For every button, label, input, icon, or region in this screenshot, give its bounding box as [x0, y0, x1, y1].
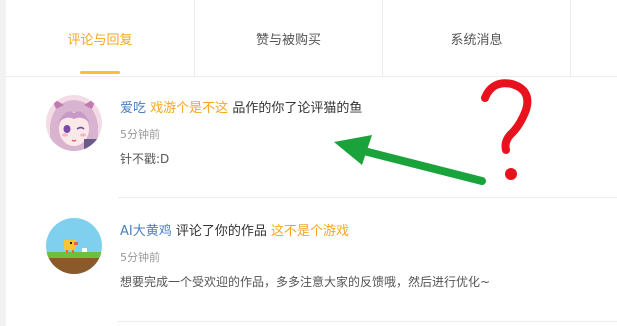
tab-likes-purchases[interactable]: 赞与被购买: [194, 0, 382, 76]
list-item: AI大黄鸡 评论了你的作品 这不是个游戏 5分钟前 想要完成一个受欢迎的作品，多…: [6, 198, 617, 318]
active-tab-indicator: [80, 71, 120, 74]
comment-content: 想要完成一个受欢迎的作品，多多注意大家的反馈哦，然后进行优化~: [120, 275, 491, 289]
action-text: 品作的你了论评猫的鱼: [232, 101, 363, 116]
notification-text: 爱吃 戏游个是不这 品作的你了论评猫的鱼: [120, 97, 362, 116]
avatar[interactable]: [46, 218, 102, 274]
user-link[interactable]: 爱吃: [120, 101, 146, 116]
game-link[interactable]: 戏游个是不这: [150, 101, 228, 116]
timestamp: 5分钟前: [120, 128, 160, 141]
tab-overflow[interactable]: [570, 0, 617, 76]
tab-system-messages[interactable]: 系统消息: [382, 0, 570, 76]
user-link[interactable]: AI大黄鸡: [120, 224, 172, 239]
tab-label: 系统消息: [450, 32, 503, 48]
list-item: 爱吃 戏游个是不这 品作的你了论评猫的鱼 5分钟前 针不戳:D: [6, 77, 617, 197]
comment-content: 针不戳:D: [120, 152, 170, 166]
game-link[interactable]: 这不是个游戏: [271, 224, 349, 239]
action-text: 评论了你的作品: [175, 224, 267, 239]
tab-comments-replies[interactable]: 评论与回复: [6, 0, 194, 76]
tab-label: 评论与回复: [67, 32, 133, 48]
divider: [118, 321, 617, 322]
tab-label: 赞与被购买: [255, 32, 321, 48]
notification-panel: 评论与回复 赞与被购买 系统消息 爱吃 戏游个是不这 品作的你了论评猫的鱼 5分…: [6, 0, 617, 326]
notification-text: AI大黄鸡 评论了你的作品 这不是个游戏: [120, 220, 349, 239]
tab-bar: 评论与回复 赞与被购买 系统消息: [6, 0, 617, 77]
avatar[interactable]: [46, 95, 102, 151]
timestamp: 5分钟前: [120, 251, 160, 264]
